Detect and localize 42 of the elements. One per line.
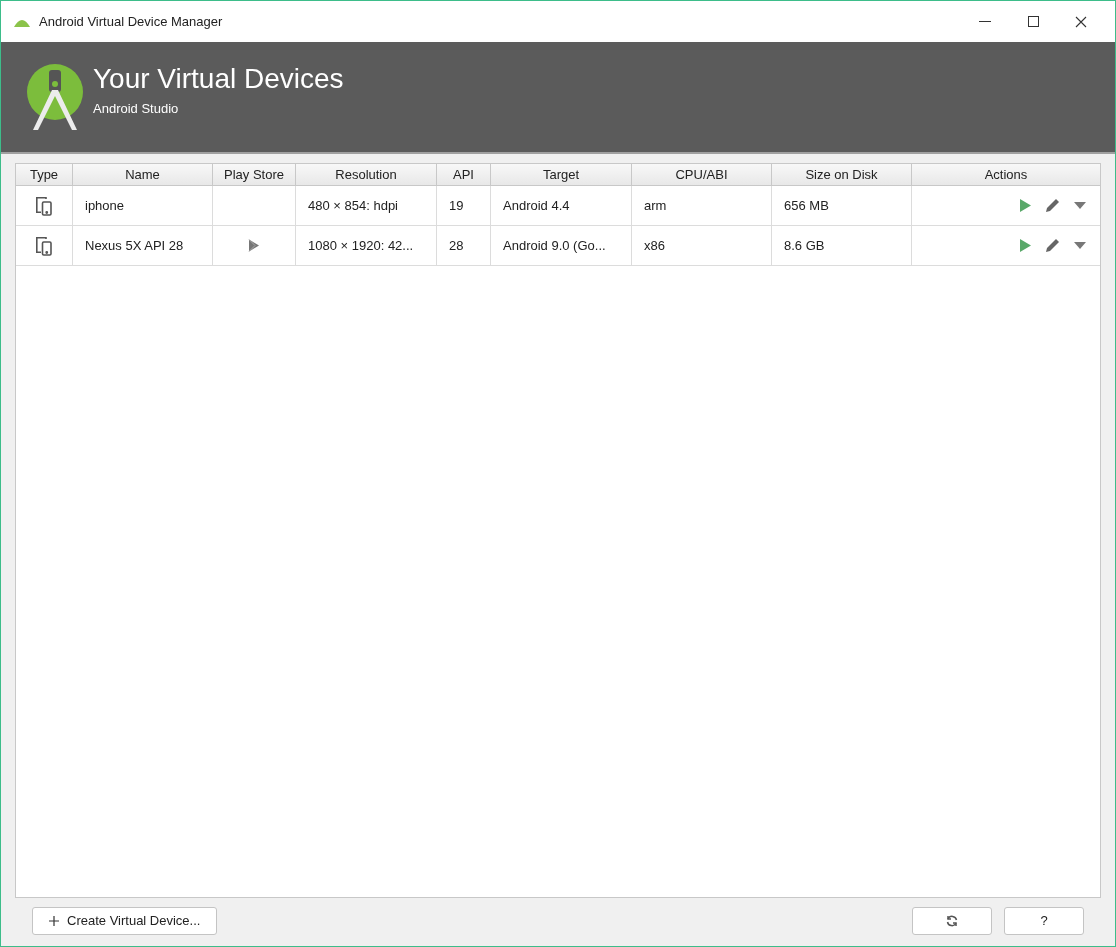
column-header[interactable]: Play Store	[212, 164, 295, 185]
pencil-icon[interactable]	[1045, 198, 1060, 213]
plus-icon	[49, 916, 59, 926]
table-cell-text: 19	[448, 196, 464, 215]
column-header[interactable]: Type	[16, 164, 72, 185]
table-cell-text: 28	[448, 236, 464, 255]
refresh-icon	[946, 915, 958, 927]
table-cell-text: Nexus 5X API 28	[84, 236, 184, 255]
header-subtitle: Android Studio	[93, 100, 180, 119]
minimize-icon	[979, 20, 991, 23]
table-cell-text: 8.6 GB	[783, 236, 825, 255]
column-header[interactable]: Name	[72, 164, 212, 185]
play-icon[interactable]	[1020, 199, 1031, 212]
column-header[interactable]: Actions	[911, 164, 1100, 185]
caret-icon[interactable]	[1074, 242, 1086, 249]
maximize-icon	[1027, 16, 1039, 27]
column-header[interactable]: Target	[490, 164, 631, 185]
table-cell-text: iphone	[84, 196, 125, 215]
table-cell-text: 480 × 854: hdpi	[307, 196, 398, 215]
pencil-icon[interactable]	[1045, 238, 1060, 253]
play-icon[interactable]	[1020, 239, 1031, 252]
table-cell-text: Android 4.4	[502, 196, 570, 215]
caret-icon[interactable]	[1074, 202, 1086, 209]
devices-icon	[35, 235, 53, 256]
table-cell-text: x86	[643, 236, 665, 255]
close-icon	[1075, 15, 1087, 28]
create-virtual-device-button[interactable]: Create Virtual Device...	[32, 907, 218, 935]
table-cell-text: 656 MB	[783, 196, 829, 215]
column-header[interactable]: API	[436, 164, 490, 185]
table-cell-text: arm	[643, 196, 667, 215]
column-header[interactable]: Size on Disk	[771, 164, 911, 185]
window-title: Android Virtual Device Manager	[39, 12, 223, 31]
header-title: Your Virtual Devices	[93, 63, 344, 96]
refresh-button[interactable]	[912, 907, 992, 935]
help-button[interactable]: ?	[1004, 907, 1084, 935]
column-header[interactable]: CPU/ABI	[631, 164, 771, 185]
android-studio-logo	[25, 62, 85, 132]
table-cell-text: Android 9.0 (Go...	[502, 236, 606, 255]
column-header[interactable]: Resolution	[295, 164, 436, 185]
devices-icon	[35, 195, 53, 216]
play-store-icon	[248, 239, 260, 252]
table-cell-text: 1080 × 1920: 42...	[307, 236, 414, 255]
